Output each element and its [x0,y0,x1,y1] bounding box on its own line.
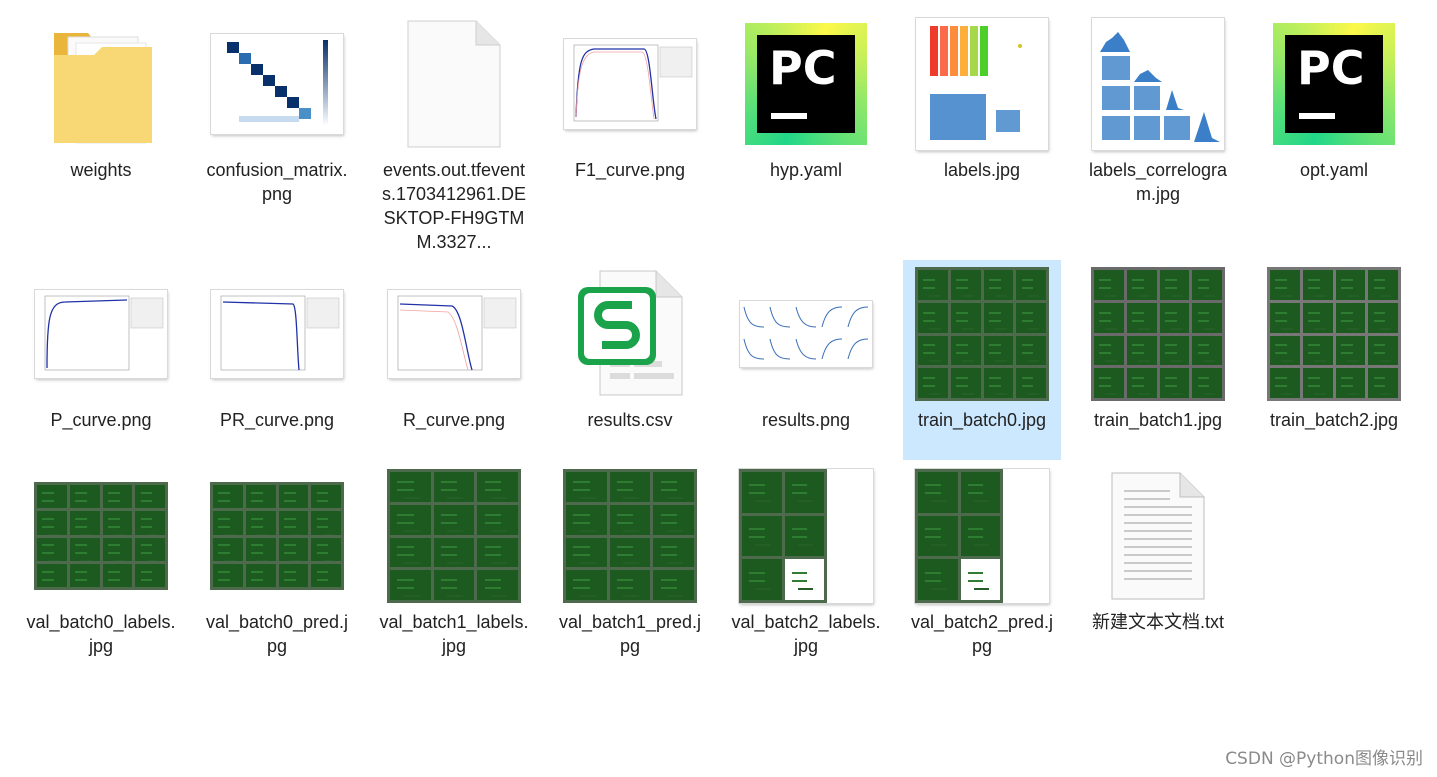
image-thumbnail [727,260,885,408]
file-label: PR_curve.png [219,410,335,430]
file-item-r-curve[interactable]: R_curve.png [375,260,533,460]
file-label: train_batch1.jpg [1093,410,1223,430]
file-item-pr-curve[interactable]: PR_curve.png [198,260,356,460]
image-thumbnail [551,462,709,610]
image-thumbnail [22,260,180,408]
file-item-opt-yaml[interactable]: PC opt.yaml [1255,10,1413,210]
pycharm-icon: PC [727,10,885,158]
file-label: val_batch2_pred.jpg [910,612,1054,656]
image-thumbnail [198,462,356,610]
blank-document-icon [375,10,533,158]
file-item-hyp-yaml[interactable]: PC hyp.yaml [727,10,885,210]
file-item-labels[interactable]: labels.jpg [903,10,1061,210]
file-label: events.out.tfevents.1703412961.DESKTOP-F… [381,160,527,252]
image-thumbnail [375,260,533,408]
file-item-weights[interactable]: weights [22,10,180,210]
csv-icon [551,260,709,408]
file-label: weights [70,160,132,180]
file-label: opt.yaml [1299,160,1369,180]
file-item-txt[interactable]: 新建文本文档.txt [1079,462,1237,662]
file-label: F1_curve.png [574,160,686,180]
image-thumbnail [22,462,180,610]
file-label: labels_correlogram.jpg [1088,160,1228,204]
watermark: CSDN @Python图像识别 [1225,749,1423,769]
file-item-train-batch1[interactable]: train_batch1.jpg [1079,260,1237,460]
file-item-val-batch0-pred[interactable]: val_batch0_pred.jpg [198,462,356,662]
file-item-results-png[interactable]: results.png [727,260,885,460]
file-label: val_batch2_labels.jpg [731,612,881,656]
image-thumbnail [727,462,885,610]
file-label: labels.jpg [943,160,1021,180]
file-label: R_curve.png [402,410,506,430]
file-label: 新建文本文档.txt [1091,612,1224,632]
file-label: P_curve.png [50,410,152,430]
file-item-val-batch2-labels[interactable]: val_batch2_labels.jpg [727,462,885,662]
text-document-icon [1079,462,1237,610]
image-thumbnail [1079,260,1237,408]
file-item-events[interactable]: events.out.tfevents.1703412961.DESKTOP-F… [375,10,533,252]
file-item-train-batch0[interactable]: train_batch0.jpg [903,260,1061,460]
image-thumbnail [375,462,533,610]
file-label: train_batch0.jpg [917,410,1047,430]
file-item-val-batch2-pred[interactable]: val_batch2_pred.jpg [903,462,1061,662]
image-thumbnail [903,462,1061,610]
file-label: results.csv [587,410,673,430]
file-label: confusion_matrix.png [206,160,348,204]
folder-icon [22,10,180,158]
image-thumbnail [198,260,356,408]
image-thumbnail [1255,260,1413,408]
file-label: val_batch0_labels.jpg [26,612,176,656]
file-label: hyp.yaml [769,160,843,180]
file-label: val_batch1_pred.jpg [558,612,702,656]
image-thumbnail [551,10,709,158]
image-thumbnail [903,260,1061,408]
file-item-val-batch1-pred[interactable]: val_batch1_pred.jpg [551,462,709,662]
file-item-p-curve[interactable]: P_curve.png [22,260,180,460]
file-grid: weights confusion_matrix.png events.out.… [0,0,1437,777]
file-item-f1-curve[interactable]: F1_curve.png [551,10,709,210]
image-thumbnail [198,10,356,158]
file-item-confusion-matrix[interactable]: confusion_matrix.png [198,10,356,210]
file-label: train_batch2.jpg [1269,410,1399,430]
file-label: results.png [761,410,851,430]
file-item-results-csv[interactable]: results.csv [551,260,709,460]
file-item-val-batch1-labels[interactable]: val_batch1_labels.jpg [375,462,533,662]
image-thumbnail [903,10,1061,158]
pycharm-icon: PC [1255,10,1413,158]
file-label: val_batch0_pred.jpg [205,612,349,656]
file-item-labels-correlogram[interactable]: labels_correlogram.jpg [1079,10,1237,210]
file-item-train-batch2[interactable]: train_batch2.jpg [1255,260,1413,460]
file-label: val_batch1_labels.jpg [379,612,529,656]
file-item-val-batch0-labels[interactable]: val_batch0_labels.jpg [22,462,180,662]
image-thumbnail [1079,10,1237,158]
